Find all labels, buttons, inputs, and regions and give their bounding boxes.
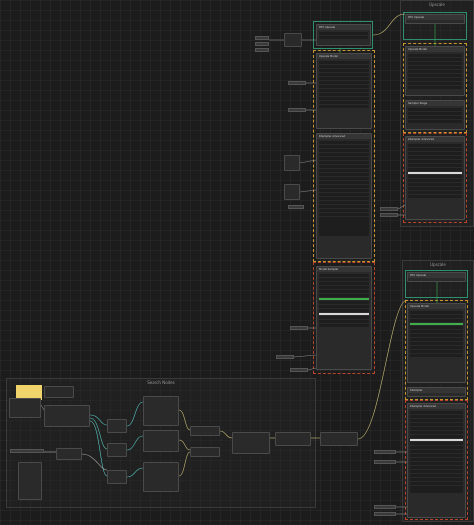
connection-wires xyxy=(40,13,438,515)
node-graph-canvas[interactable]: Upscale Upscale Search Nodes RTX Upscale… xyxy=(0,0,474,525)
